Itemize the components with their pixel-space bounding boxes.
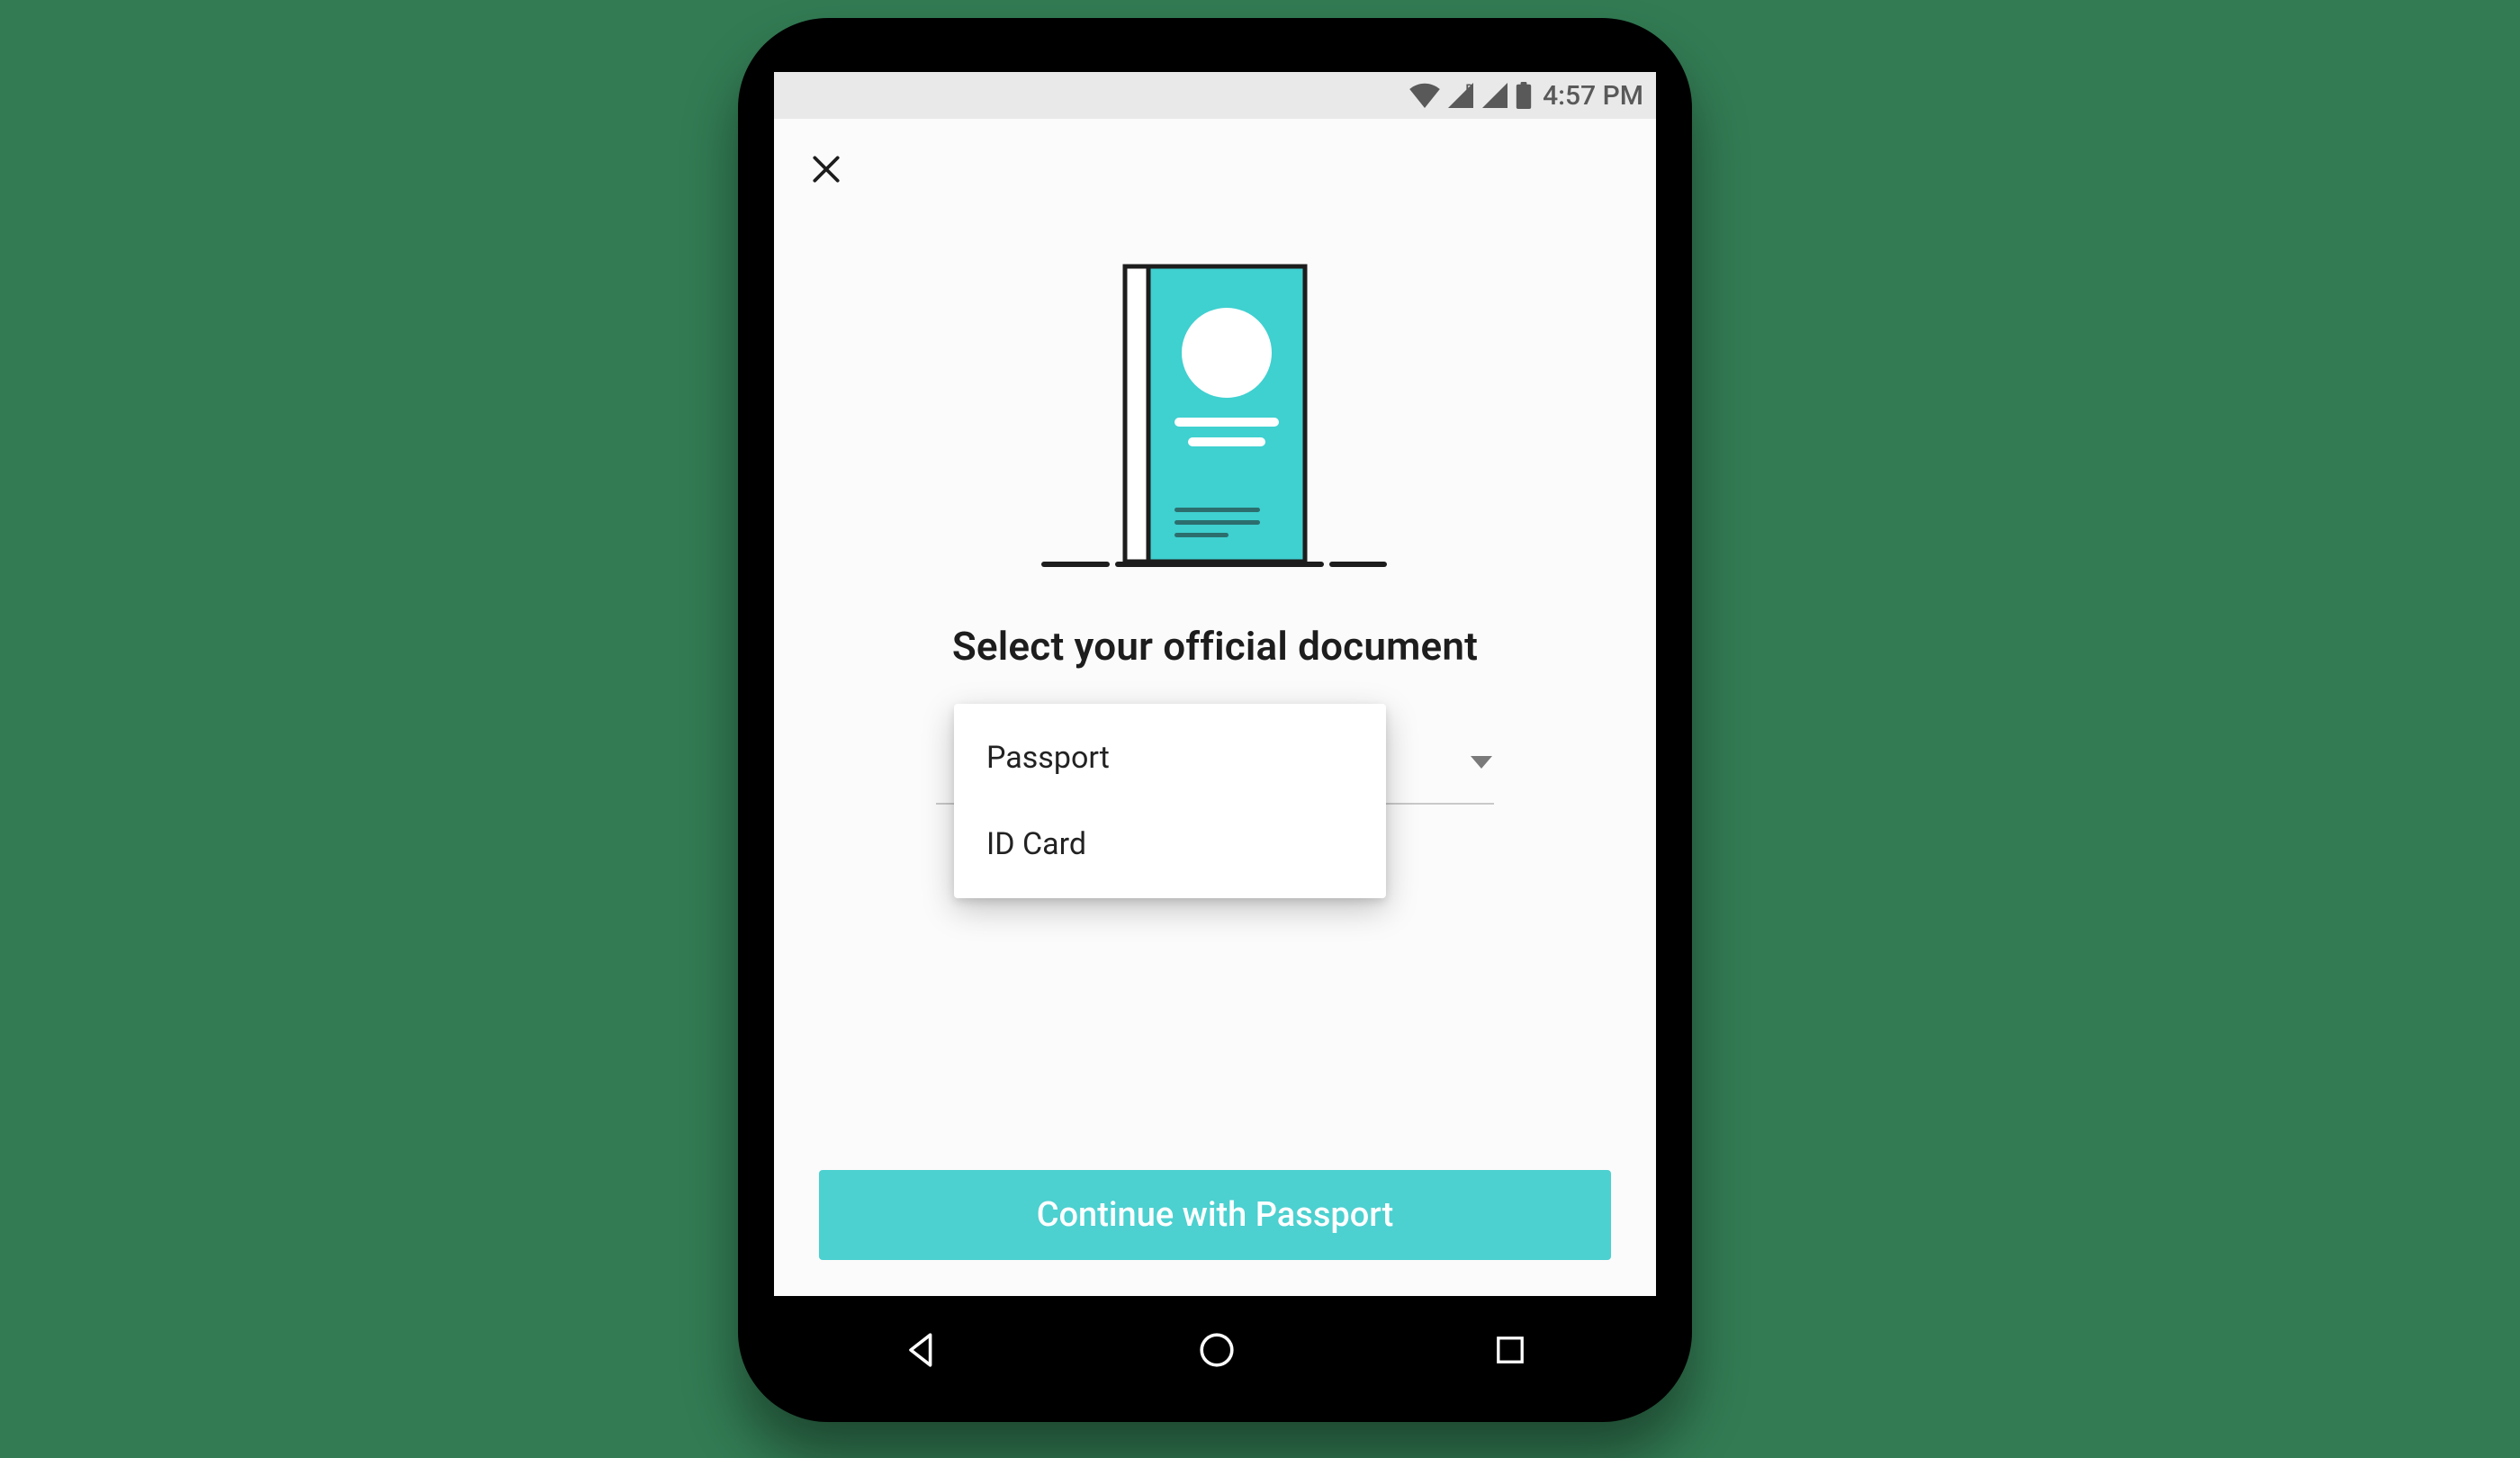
content-area: Select your official document Passport I… <box>774 119 1656 1296</box>
close-icon <box>809 152 843 190</box>
cellular-signal-icon: R <box>1447 83 1474 108</box>
menu-item-id-card[interactable]: ID Card <box>954 801 1386 887</box>
passport-illustration <box>1017 254 1413 578</box>
continue-button[interactable]: Continue with Passport <box>819 1170 1611 1260</box>
nav-home-button[interactable] <box>1195 1328 1238 1372</box>
android-status-bar: R 4:57 PM <box>774 72 1656 119</box>
continue-button-label: Continue with Passport <box>1037 1195 1394 1235</box>
wifi-icon <box>1409 83 1440 108</box>
nav-back-button[interactable] <box>900 1328 943 1372</box>
svg-text:R: R <box>1466 83 1473 96</box>
cellular-signal-2-icon <box>1481 83 1508 108</box>
document-type-menu: Passport ID Card <box>954 704 1386 898</box>
device-frame: R 4:57 PM <box>738 18 1692 1422</box>
page-title: Select your official document <box>774 623 1656 670</box>
android-nav-bar <box>774 1305 1656 1395</box>
close-button[interactable] <box>799 144 853 198</box>
status-bar-time: 4:57 PM <box>1543 80 1643 112</box>
menu-item-passport[interactable]: Passport <box>954 715 1386 801</box>
battery-icon <box>1516 82 1532 109</box>
nav-recent-button[interactable] <box>1490 1330 1530 1370</box>
device-screen: R 4:57 PM <box>774 72 1656 1296</box>
chevron-down-icon <box>1471 756 1492 769</box>
